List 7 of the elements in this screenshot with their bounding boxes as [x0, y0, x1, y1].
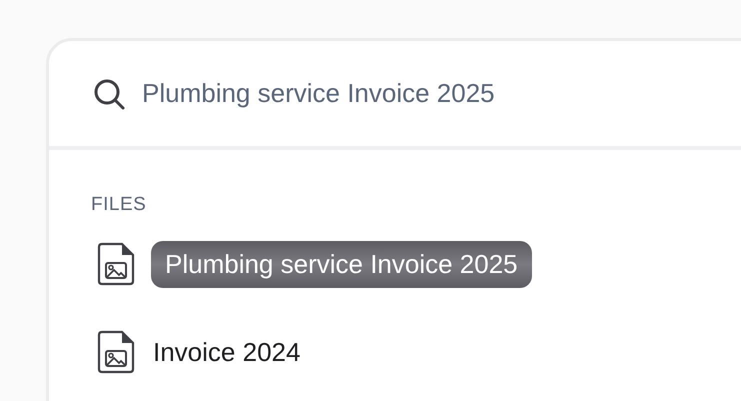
section-heading: FILES: [91, 194, 148, 216]
file-result-item[interactable]: Invoice 2024: [153, 328, 300, 376]
image-file-icon: [97, 330, 135, 374]
file-result-item[interactable]: Plumbing service Invoice 2025: [151, 240, 532, 288]
search-icon: [92, 76, 126, 110]
image-file-icon: [97, 242, 135, 286]
search-field[interactable]: Plumbing service Invoice 2025: [142, 78, 642, 109]
